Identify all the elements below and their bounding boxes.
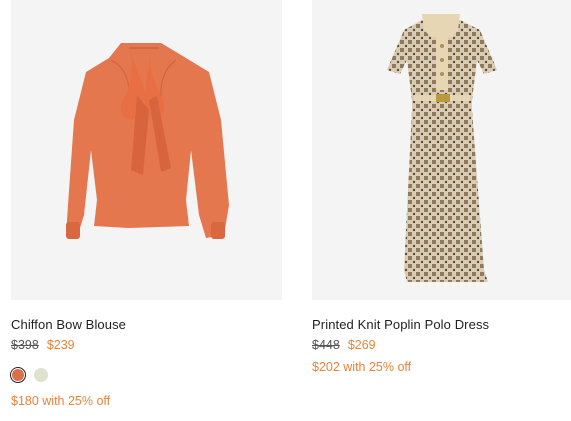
color-swatch-orange[interactable] bbox=[12, 369, 24, 381]
price-row: $398 $239 bbox=[11, 338, 282, 352]
promo-price: $180 with 25% off bbox=[11, 394, 111, 408]
color-swatch-light-green[interactable] bbox=[34, 368, 48, 382]
product-image-blouse[interactable] bbox=[11, 0, 282, 300]
sale-price: $269 bbox=[347, 338, 376, 352]
original-price: $398 bbox=[11, 338, 39, 352]
product-card-polo-dress[interactable]: Printed Knit Poplin Polo Dress $448 $269… bbox=[312, 0, 571, 374]
blouse-illustration bbox=[66, 43, 229, 239]
color-swatches bbox=[11, 367, 282, 383]
product-name[interactable]: Chiffon Bow Blouse bbox=[11, 317, 282, 332]
price-row: $448 $269 bbox=[312, 338, 571, 352]
promo-price: $202 with 25% off bbox=[312, 360, 412, 374]
product-image-dress[interactable] bbox=[312, 0, 571, 300]
original-price: $448 bbox=[312, 338, 340, 352]
product-name[interactable]: Printed Knit Poplin Polo Dress bbox=[312, 317, 571, 332]
dress-illustration bbox=[387, 14, 497, 282]
product-card-chiffon-bow-blouse[interactable]: Chiffon Bow Blouse $398 $239 $180 with 2… bbox=[11, 0, 282, 408]
sale-price: $239 bbox=[46, 338, 75, 352]
